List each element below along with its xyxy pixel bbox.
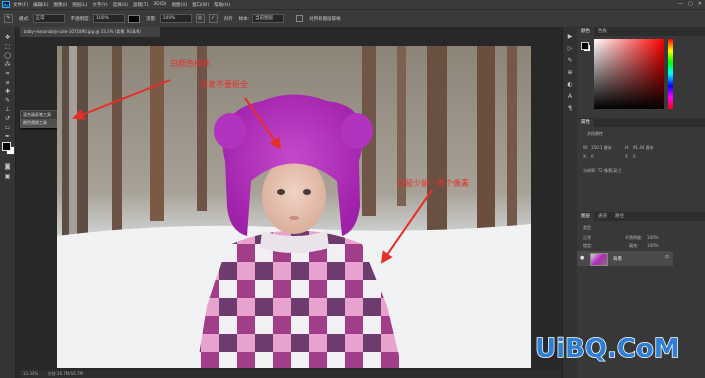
layer-opacity-label: 不透明度: xyxy=(625,235,643,240)
foreground-color-swatch[interactable] xyxy=(2,142,11,151)
document-size-info: 文档:16.7M/16.7M xyxy=(47,371,83,376)
history-icon[interactable]: ▶ xyxy=(566,33,574,41)
arrow-to-coat-edge xyxy=(380,189,433,264)
y-value: 0 xyxy=(633,154,636,159)
tab-color[interactable]: 颜色 xyxy=(577,28,594,36)
tab-properties[interactable]: 属性 xyxy=(577,119,594,127)
layer-lock-label: 锁定: xyxy=(583,243,593,248)
lock-icon: ⊡ xyxy=(665,255,669,260)
tab-swatches[interactable]: 色板 xyxy=(594,28,611,36)
layer-fill-label: 填充: xyxy=(629,243,639,248)
properties-title: 文档属性 xyxy=(587,131,603,136)
status-bar: 33.33% 文档:16.7M/16.7M xyxy=(20,370,561,378)
x-label: X: xyxy=(583,154,588,159)
width-label: W: xyxy=(583,145,589,150)
width-value: 150.1 厘米 xyxy=(591,145,612,150)
color-panel-tabs: 颜色 色板 xyxy=(577,27,705,36)
layer-fill-value[interactable]: 100% xyxy=(647,243,658,248)
clone-source-icon[interactable]: ⊕ xyxy=(566,69,574,77)
color-picker-field[interactable] xyxy=(594,39,664,109)
layer-blend-mode[interactable]: 正常 xyxy=(583,235,591,241)
layer-row-background[interactable]: ● 背景 ⊡ xyxy=(577,251,673,266)
layer-thumbnail xyxy=(590,253,608,266)
resolution-text: 分辨率: 72 像素/英寸 xyxy=(583,168,622,173)
hue-slider[interactable] xyxy=(668,39,673,109)
tab-layers[interactable]: 图层 xyxy=(577,213,594,221)
x-value: 0 xyxy=(591,154,594,159)
layer-kind-filter[interactable]: 类型 xyxy=(583,225,591,231)
panel-icon-strip: ▶ ▷ ✎ ⊕ ◐ A ¶ xyxy=(562,27,578,378)
arrow-to-hat xyxy=(244,97,282,150)
properties-panel-tabs: 属性 xyxy=(577,118,705,127)
character-icon[interactable]: A xyxy=(566,93,574,101)
play-icon[interactable]: ▷ xyxy=(566,45,574,53)
height-value: 91.44 厘米 xyxy=(633,145,654,150)
tab-channels[interactable]: 通道 xyxy=(594,213,611,221)
paragraph-icon[interactable]: ¶ xyxy=(566,105,574,113)
brush-settings-icon[interactable]: ✎ xyxy=(566,57,574,65)
layer-opacity-value[interactable]: 100% xyxy=(647,235,658,240)
visibility-eye-icon[interactable]: ● xyxy=(580,255,584,261)
arrow-to-flyout xyxy=(72,79,171,120)
right-panel-dock: 颜色 色板 属性 文档属性 W: 150.1 厘米 H: 91.44 厘米 X:… xyxy=(577,27,705,378)
adjustments-icon[interactable]: ◐ xyxy=(566,81,574,89)
zoom-level: 33.33% xyxy=(23,371,39,376)
y-label: Y: xyxy=(625,154,629,159)
site-watermark: UiBQ.CoM xyxy=(534,333,680,365)
tab-paths[interactable]: 路径 xyxy=(611,213,628,221)
layers-panel-tabs: 图层 通道 路径 xyxy=(577,212,705,221)
layer-name: 背景 xyxy=(613,257,622,262)
panel-foreground-swatch[interactable] xyxy=(581,42,589,50)
height-label: H: xyxy=(625,145,630,150)
